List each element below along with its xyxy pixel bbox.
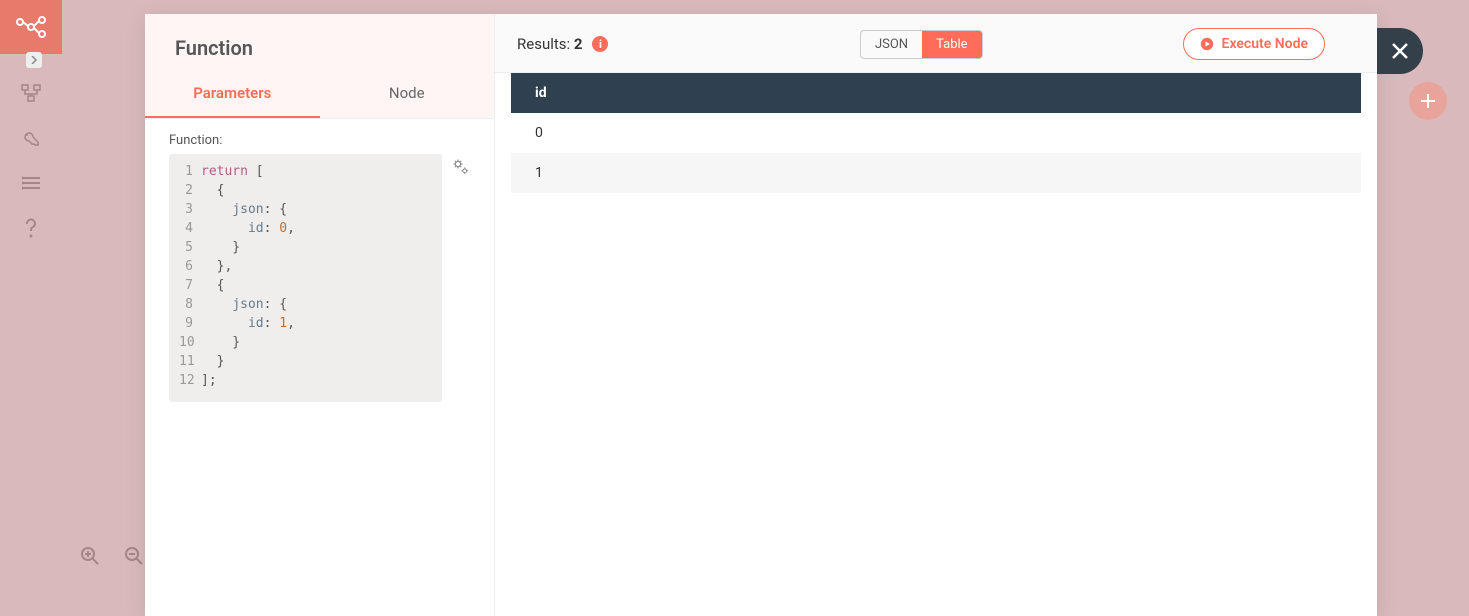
results-label-text: Results: xyxy=(517,35,574,53)
line-number: 1 xyxy=(179,162,201,181)
view-toggle-table[interactable]: Table xyxy=(922,31,981,58)
workflows-icon[interactable] xyxy=(21,84,41,102)
code-content: id: 0, xyxy=(201,219,295,238)
info-icon[interactable]: i xyxy=(592,36,608,52)
execute-node-button[interactable]: Execute Node xyxy=(1183,28,1325,60)
zoom-out-icon[interactable] xyxy=(124,546,144,566)
line-number: 7 xyxy=(179,276,201,295)
results-count: 2 xyxy=(574,35,583,53)
code-content: ]; xyxy=(201,371,217,390)
line-number: 6 xyxy=(179,257,201,276)
code-content: { xyxy=(201,181,224,200)
gears-icon xyxy=(452,158,470,176)
zoom-controls xyxy=(80,546,144,566)
app-sidebar xyxy=(0,0,62,616)
left-body: Function: 1return [2 {3 json: {4 id: 0,5… xyxy=(145,119,494,616)
table-row: 0 xyxy=(511,113,1361,153)
function-code-editor[interactable]: 1return [2 {3 json: {4 id: 0,5 }6 },7 {8… xyxy=(169,154,442,402)
play-circle-icon xyxy=(1200,37,1214,51)
zoom-in-icon[interactable] xyxy=(80,546,100,566)
code-line: 8 json: { xyxy=(179,295,432,314)
code-line: 11 } xyxy=(179,352,432,371)
table-row: 1 xyxy=(511,153,1361,193)
code-content: json: { xyxy=(201,295,287,314)
code-line: 6 }, xyxy=(179,257,432,276)
line-number: 10 xyxy=(179,333,201,352)
sidebar-expand-button[interactable] xyxy=(26,52,42,68)
close-icon xyxy=(1391,42,1409,60)
view-toggle: JSON Table xyxy=(860,30,983,59)
left-tabs: Parameters Node xyxy=(145,72,494,119)
code-line: 12]; xyxy=(179,371,432,390)
line-number: 9 xyxy=(179,314,201,333)
line-number: 3 xyxy=(179,200,201,219)
credentials-icon[interactable] xyxy=(22,130,40,148)
close-button[interactable] xyxy=(1377,28,1423,74)
field-options-button[interactable] xyxy=(452,154,470,180)
help-icon[interactable] xyxy=(24,218,38,238)
node-detail-modal: Function Parameters Node Function: 1retu… xyxy=(145,14,1377,616)
execute-node-label: Execute Node xyxy=(1222,36,1308,52)
right-panel: Results: 2 i JSON Table Execute Node id … xyxy=(495,14,1377,616)
line-number: 4 xyxy=(179,219,201,238)
code-line: 3 json: { xyxy=(179,200,432,219)
node-title: Function xyxy=(145,14,494,72)
code-line: 4 id: 0, xyxy=(179,219,432,238)
executions-icon[interactable] xyxy=(22,176,40,190)
code-content: return [ xyxy=(201,162,264,181)
code-line: 1return [ xyxy=(179,162,432,181)
code-line: 9 id: 1, xyxy=(179,314,432,333)
code-content: } xyxy=(201,238,240,257)
code-content: { xyxy=(201,276,224,295)
line-number: 8 xyxy=(179,295,201,314)
line-number: 11 xyxy=(179,352,201,371)
chevron-right-icon xyxy=(30,56,38,64)
code-line: 5 } xyxy=(179,238,432,257)
code-content: json: { xyxy=(201,200,287,219)
code-content: } xyxy=(201,352,224,371)
n8n-logo-icon xyxy=(16,16,46,38)
line-number: 5 xyxy=(179,238,201,257)
code-line: 7 { xyxy=(179,276,432,295)
view-toggle-json[interactable]: JSON xyxy=(861,31,922,58)
line-number: 12 xyxy=(179,371,201,390)
code-line: 10 } xyxy=(179,333,432,352)
code-content: id: 1, xyxy=(201,314,295,333)
results-label: Results: 2 xyxy=(517,35,582,53)
code-content: } xyxy=(201,333,240,352)
function-field-label: Function: xyxy=(169,133,470,148)
code-line: 2 { xyxy=(179,181,432,200)
code-content: }, xyxy=(201,257,232,276)
tab-parameters[interactable]: Parameters xyxy=(145,72,320,118)
results-table: id 01 xyxy=(511,73,1361,193)
results-topbar: Results: 2 i JSON Table Execute Node xyxy=(495,14,1377,73)
line-number: 2 xyxy=(179,181,201,200)
plus-icon xyxy=(1420,93,1436,109)
app-logo xyxy=(0,0,62,54)
tab-node[interactable]: Node xyxy=(320,72,495,118)
left-panel: Function Parameters Node Function: 1retu… xyxy=(145,14,495,616)
add-node-button[interactable] xyxy=(1409,82,1447,120)
table-header-id: id xyxy=(511,73,1361,113)
